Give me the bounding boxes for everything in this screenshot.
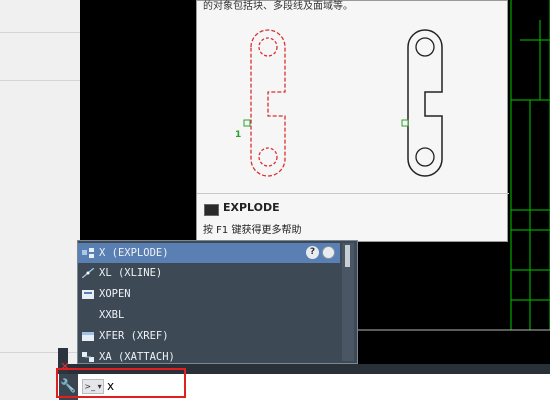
list-item-label: XFER (XREF) xyxy=(99,330,169,342)
explode-command-icon xyxy=(204,204,219,216)
exploded-part xyxy=(250,29,286,177)
original-part xyxy=(407,29,443,177)
list-item-label: XA (XATTACH) xyxy=(99,351,175,363)
panel-divider xyxy=(0,80,80,81)
explode-illustration: 1 xyxy=(235,29,443,177)
list-item[interactable]: XFER (XREF) xyxy=(78,326,340,346)
list-item-label: XXBL xyxy=(99,309,125,321)
list-item[interactable]: XOPEN xyxy=(78,284,340,304)
command-tooltip: 的对象包括块、多段线及面域等。 1 EXPLODE 按 F1 键获得更多帮助 xyxy=(196,0,509,242)
list-item[interactable]: XA (XATTACH) xyxy=(78,347,340,363)
list-item-label: XOPEN xyxy=(99,288,131,300)
callout-label: 1 xyxy=(235,130,241,140)
explode-icon xyxy=(82,248,94,258)
panel-divider xyxy=(0,352,80,353)
list-item[interactable]: X (EXPLODE) ? xyxy=(78,243,340,263)
autocomplete-list[interactable]: X (EXPLODE) ? XL (XLINE) XOPEN XXBL XFER… xyxy=(77,240,358,364)
xref-icon xyxy=(82,332,94,341)
scroll-thumb[interactable] xyxy=(345,245,350,267)
xline-icon xyxy=(82,268,94,278)
highlight-box xyxy=(56,368,186,398)
command-name: EXPLODE xyxy=(223,201,280,214)
xopen-icon xyxy=(82,290,94,299)
left-panel xyxy=(0,0,81,400)
list-item-label: XL (XLINE) xyxy=(99,267,163,279)
web-help-icon[interactable] xyxy=(322,246,335,259)
tooltip-divider xyxy=(197,193,509,194)
help-button[interactable]: ? xyxy=(306,246,319,259)
list-scrollbar[interactable] xyxy=(342,243,354,361)
list-item[interactable]: XXBL xyxy=(78,305,340,325)
list-item[interactable]: XL (XLINE) xyxy=(78,263,340,283)
panel-divider xyxy=(0,32,80,33)
xattach-icon xyxy=(82,352,94,362)
help-hint: 按 F1 键获得更多帮助 xyxy=(203,225,302,236)
list-item-label: X (EXPLODE) xyxy=(99,247,169,259)
tooltip-description: 的对象包括块、多段线及面域等。 xyxy=(203,1,353,12)
